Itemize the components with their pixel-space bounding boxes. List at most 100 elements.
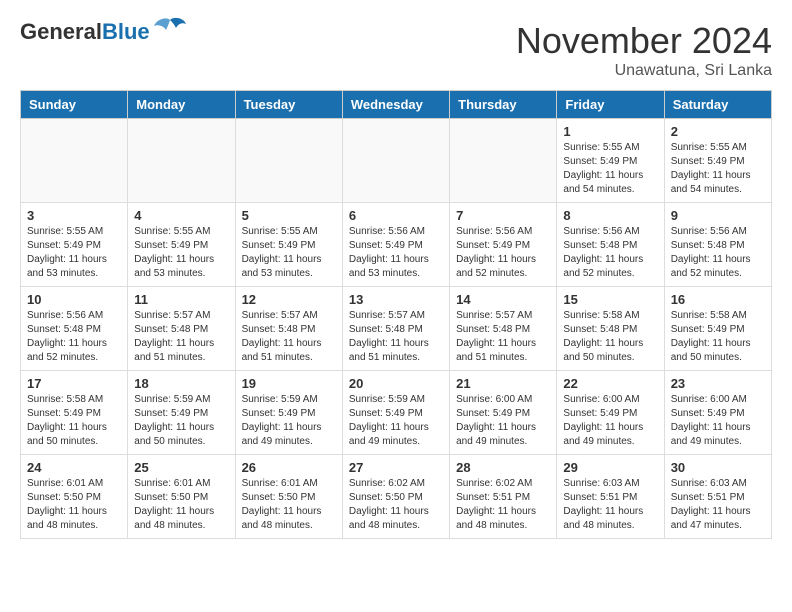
calendar-cell — [21, 119, 128, 203]
logo: GeneralBlue — [20, 20, 188, 44]
day-info: Sunrise: 5:57 AM Sunset: 5:48 PM Dayligh… — [456, 309, 550, 365]
calendar-cell: 15Sunrise: 5:58 AM Sunset: 5:48 PM Dayli… — [557, 287, 664, 371]
calendar-cell: 19 Sunrise: 5:59 AM Sunset: 5:49 PM Dayli… — [235, 371, 342, 455]
calendar-cell: 26 Sunrise: 6:01 AM Sunset: 5:50 PM Dayli… — [235, 455, 342, 539]
day-number: 30 — [671, 460, 765, 475]
day-info: Sunrise: 5:56 AM Sunset: 5:49 PM Dayligh… — [349, 225, 443, 281]
day-info: Sunrise: 5:59 AM Sunset: 5:49 PM Dayligh… — [134, 393, 228, 449]
day-info: Sunrise: 5:56 AM Sunset: 5:48 PM Dayligh… — [563, 225, 657, 281]
day-number: 6 — [349, 208, 443, 223]
day-info: Sunrise: 6:03 AM Sunset: 5:51 PM Dayligh… — [671, 477, 765, 533]
calendar-week-0: 1 Sunrise: 5:55 AM Sunset: 5:49 PM Daylig… — [21, 119, 772, 203]
day-number: 12 — [242, 292, 336, 307]
day-number: 20 — [349, 376, 443, 391]
day-number: 14 — [456, 292, 550, 307]
day-info: Sunrise: 5:56 AM Sunset: 5:48 PM Dayligh… — [27, 309, 121, 365]
day-info: Sunrise: 6:02 AM Sunset: 5:51 PM Dayligh… — [456, 477, 550, 533]
month-title: November 2024 — [516, 20, 772, 62]
calendar-cell: 8 Sunrise: 5:56 AM Sunset: 5:48 PM Daylig… — [557, 203, 664, 287]
logo-blue: Blue — [102, 19, 150, 44]
day-info: Sunrise: 6:01 AM Sunset: 5:50 PM Dayligh… — [27, 477, 121, 533]
calendar-cell: 5Sunrise: 5:55 AM Sunset: 5:49 PM Daylig… — [235, 203, 342, 287]
day-number: 19 — [242, 376, 336, 391]
day-info: Sunrise: 5:56 AM Sunset: 5:49 PM Dayligh… — [456, 225, 550, 281]
day-number: 24 — [27, 460, 121, 475]
day-number: 27 — [349, 460, 443, 475]
col-wednesday: Wednesday — [342, 91, 449, 119]
day-info: Sunrise: 5:58 AM Sunset: 5:48 PM Dayligh… — [563, 309, 657, 365]
col-sunday: Sunday — [21, 91, 128, 119]
calendar-cell: 16Sunrise: 5:58 AM Sunset: 5:49 PM Dayli… — [664, 287, 771, 371]
day-info: Sunrise: 5:58 AM Sunset: 5:49 PM Dayligh… — [27, 393, 121, 449]
day-info: Sunrise: 6:02 AM Sunset: 5:50 PM Dayligh… — [349, 477, 443, 533]
calendar-cell — [128, 119, 235, 203]
day-number: 7 — [456, 208, 550, 223]
calendar-cell: 23 Sunrise: 6:00 AM Sunset: 5:49 PM Dayli… — [664, 371, 771, 455]
day-number: 10 — [27, 292, 121, 307]
day-number: 29 — [563, 460, 657, 475]
calendar-week-4: 24 Sunrise: 6:01 AM Sunset: 5:50 PM Dayli… — [21, 455, 772, 539]
calendar-cell: 6 Sunrise: 5:56 AM Sunset: 5:49 PM Daylig… — [342, 203, 449, 287]
day-info: Sunrise: 6:00 AM Sunset: 5:49 PM Dayligh… — [671, 393, 765, 449]
logo-general: General — [20, 19, 102, 44]
day-number: 28 — [456, 460, 550, 475]
day-info: Sunrise: 5:59 AM Sunset: 5:49 PM Dayligh… — [242, 393, 336, 449]
day-number: 1 — [563, 124, 657, 139]
col-saturday: Saturday — [664, 91, 771, 119]
day-number: 22 — [563, 376, 657, 391]
day-info: Sunrise: 5:55 AM Sunset: 5:49 PM Dayligh… — [563, 141, 657, 197]
day-number: 11 — [134, 292, 228, 307]
calendar-cell: 7 Sunrise: 5:56 AM Sunset: 5:49 PM Daylig… — [450, 203, 557, 287]
day-number: 5 — [242, 208, 336, 223]
calendar-cell: 27 Sunrise: 6:02 AM Sunset: 5:50 PM Dayli… — [342, 455, 449, 539]
calendar-cell: 21Sunrise: 6:00 AM Sunset: 5:49 PM Dayli… — [450, 371, 557, 455]
calendar-cell — [342, 119, 449, 203]
calendar-cell — [235, 119, 342, 203]
day-number: 8 — [563, 208, 657, 223]
calendar-cell: 28 Sunrise: 6:02 AM Sunset: 5:51 PM Dayli… — [450, 455, 557, 539]
day-number: 25 — [134, 460, 228, 475]
calendar-cell: 17 Sunrise: 5:58 AM Sunset: 5:49 PM Dayli… — [21, 371, 128, 455]
day-info: Sunrise: 5:57 AM Sunset: 5:48 PM Dayligh… — [242, 309, 336, 365]
day-number: 13 — [349, 292, 443, 307]
calendar-cell: 12 Sunrise: 5:57 AM Sunset: 5:48 PM Dayli… — [235, 287, 342, 371]
day-info: Sunrise: 6:00 AM Sunset: 5:49 PM Dayligh… — [563, 393, 657, 449]
day-info: Sunrise: 5:57 AM Sunset: 5:48 PM Dayligh… — [134, 309, 228, 365]
day-number: 16 — [671, 292, 765, 307]
day-number: 3 — [27, 208, 121, 223]
calendar-week-2: 10 Sunrise: 5:56 AM Sunset: 5:48 PM Dayli… — [21, 287, 772, 371]
location: Unawatuna, Sri Lanka — [516, 62, 772, 80]
day-info: Sunrise: 6:03 AM Sunset: 5:51 PM Dayligh… — [563, 477, 657, 533]
day-info: Sunrise: 5:55 AM Sunset: 5:49 PM Dayligh… — [671, 141, 765, 197]
day-info: Sunrise: 5:57 AM Sunset: 5:48 PM Dayligh… — [349, 309, 443, 365]
day-number: 2 — [671, 124, 765, 139]
calendar-cell — [450, 119, 557, 203]
calendar-cell: 30 Sunrise: 6:03 AM Sunset: 5:51 PM Dayli… — [664, 455, 771, 539]
day-number: 17 — [27, 376, 121, 391]
day-info: Sunrise: 6:01 AM Sunset: 5:50 PM Dayligh… — [134, 477, 228, 533]
day-info: Sunrise: 6:01 AM Sunset: 5:50 PM Dayligh… — [242, 477, 336, 533]
calendar-cell: 11 Sunrise: 5:57 AM Sunset: 5:48 PM Dayli… — [128, 287, 235, 371]
col-monday: Monday — [128, 91, 235, 119]
logo-text: GeneralBlue — [20, 20, 150, 44]
col-thursday: Thursday — [450, 91, 557, 119]
day-info: Sunrise: 5:59 AM Sunset: 5:49 PM Dayligh… — [349, 393, 443, 449]
calendar-cell: 24 Sunrise: 6:01 AM Sunset: 5:50 PM Dayli… — [21, 455, 128, 539]
calendar-cell: 14 Sunrise: 5:57 AM Sunset: 5:48 PM Dayli… — [450, 287, 557, 371]
calendar-header-row: Sunday Monday Tuesday Wednesday Thursday… — [21, 91, 772, 119]
day-info: Sunrise: 5:55 AM Sunset: 5:49 PM Dayligh… — [27, 225, 121, 281]
calendar-cell: 3 Sunrise: 5:55 AM Sunset: 5:49 PM Daylig… — [21, 203, 128, 287]
header: GeneralBlue November 2024 Unawatuna, Sri… — [20, 20, 772, 80]
calendar-cell: 20 Sunrise: 5:59 AM Sunset: 5:49 PM Dayli… — [342, 371, 449, 455]
day-info: Sunrise: 6:00 AM Sunset: 5:49 PM Dayligh… — [456, 393, 550, 449]
day-number: 26 — [242, 460, 336, 475]
calendar-cell: 2 Sunrise: 5:55 AM Sunset: 5:49 PM Daylig… — [664, 119, 771, 203]
col-friday: Friday — [557, 91, 664, 119]
day-number: 23 — [671, 376, 765, 391]
day-number: 9 — [671, 208, 765, 223]
day-info: Sunrise: 5:56 AM Sunset: 5:48 PM Dayligh… — [671, 225, 765, 281]
logo-bird-icon — [152, 16, 188, 44]
col-tuesday: Tuesday — [235, 91, 342, 119]
calendar-table: Sunday Monday Tuesday Wednesday Thursday… — [20, 90, 772, 539]
calendar-cell: 18Sunrise: 5:59 AM Sunset: 5:49 PM Dayli… — [128, 371, 235, 455]
